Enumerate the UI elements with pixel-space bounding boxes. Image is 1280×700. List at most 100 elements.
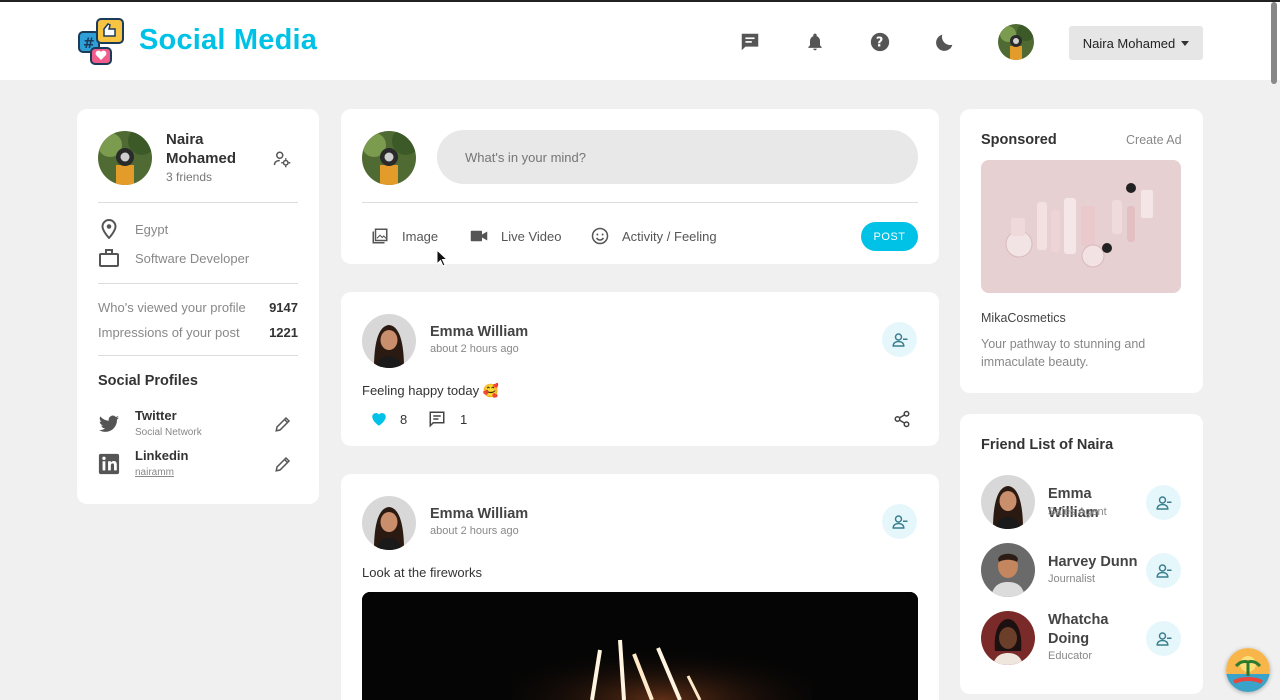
friend-role: Sales Agent [1048,506,1107,518]
app-logo-icon[interactable]: # [77,16,127,68]
ad-image[interactable] [981,160,1181,293]
friend-list-title: Friend List of Naira [981,437,1114,453]
social-name[interactable]: Linkedin [135,448,188,463]
share-icon[interactable] [893,410,911,428]
divider [98,355,298,356]
post-text: Look at the fireworks [362,565,482,580]
stat-post-impressions: Impressions of your post 1221 [98,325,298,340]
friend-avatar[interactable] [981,475,1035,529]
post-input[interactable] [437,130,918,184]
stat-value: 9147 [269,300,298,315]
post-image-fireworks[interactable] [362,592,918,700]
person-remove-icon [1155,563,1171,578]
help-icon[interactable]: ? [866,28,894,56]
social-item-linkedin: Linkedin nairamm [98,448,298,482]
remove-friend-button[interactable] [882,322,917,357]
chat-icon[interactable] [736,28,764,56]
live-video-button[interactable]: Live Video [469,226,561,246]
author-avatar[interactable] [362,496,416,550]
occupation-row: Software Developer [98,247,249,269]
briefcase-icon [98,247,120,269]
like-count: 8 [400,411,408,427]
remove-friend-button[interactable] [882,504,917,539]
linkedin-icon[interactable] [98,453,120,475]
person-remove-icon [1155,495,1171,510]
image-icon [370,226,390,246]
brand-title[interactable]: Social Media [139,24,317,57]
post-author[interactable]: Emma William [430,506,528,522]
edit-pencil-icon[interactable] [274,415,292,433]
friend-name[interactable]: Harvey Dunn [1048,553,1144,572]
post-text: Feeling happy today 🥰 [362,383,499,398]
remove-friend-button[interactable] [1146,621,1181,656]
sponsored-card: Sponsored Create Ad MikaCosmetics Your p… [960,109,1203,393]
person-remove-icon [1155,631,1171,646]
occupation-text: Software Developer [135,250,250,266]
comment-icon[interactable] [428,410,446,428]
profile-avatar[interactable] [98,131,152,185]
ad-description: Your pathway to stunning and immaculate … [981,337,1146,369]
profile-friends-count: 3 friends [166,170,213,184]
floating-app-icon[interactable] [1226,648,1270,692]
post-author[interactable]: Emma William [430,324,528,340]
divider [98,202,298,203]
post-card: Emma William about 2 hours ago Look at t… [341,474,939,700]
action-label: Live Video [501,228,562,244]
heart-icon[interactable] [370,410,388,428]
post-card: Emma William about 2 hours ago Feeling h… [341,292,939,446]
page-scrollbar[interactable] [1271,2,1277,84]
divider [362,202,918,203]
remove-friend-button[interactable] [1146,553,1181,588]
user-menu-name: Naira Mohamed [1082,35,1176,51]
social-item-twitter: Twitter Social Network [98,408,298,442]
stat-profile-views: Who's viewed your profile 9147 [98,300,298,315]
friend-list-card: Friend List of Naira Emma William Sales … [960,414,1203,694]
post-time: about 2 hours ago [430,525,519,537]
stat-label: Who's viewed your profile [98,300,246,315]
video-camera-icon [469,226,489,246]
social-name[interactable]: Twitter [135,408,177,423]
location-text: Egypt [135,221,169,237]
post-composer: Image Live Video Activity / Feeling POST [341,109,939,264]
friend-name[interactable]: Whatcha Doing [1048,611,1144,649]
post-button[interactable]: POST [861,222,918,251]
divider [98,283,298,284]
friend-avatar[interactable] [981,611,1035,665]
header-avatar[interactable] [998,24,1034,60]
ad-brand[interactable]: MikaCosmetics [981,311,1066,325]
person-remove-icon [891,514,907,529]
user-menu-dropdown[interactable]: Naira Mohamed [1069,26,1203,60]
like-group[interactable]: 8 [370,410,407,428]
friend-avatar[interactable] [981,543,1035,597]
bell-icon[interactable] [801,28,829,56]
edit-pencil-icon[interactable] [274,455,292,473]
create-ad-link[interactable]: Create Ad [1126,133,1182,147]
stat-value: 1221 [269,325,298,340]
stat-label: Impressions of your post [98,325,240,340]
remove-friend-button[interactable] [1146,485,1181,520]
twitter-icon[interactable] [98,413,120,435]
top-navbar: # Social Media ? Naira Mohamed [0,0,1280,80]
smiley-icon [590,226,610,246]
post-time: about 2 hours ago [430,343,519,355]
action-label: Activity / Feeling [622,228,717,244]
friend-role: Educator [1048,650,1093,662]
social-profiles-title: Social Profiles [98,373,198,389]
friend-role: Journalist [1048,573,1096,585]
author-avatar[interactable] [362,314,416,368]
mouse-cursor-icon [436,248,449,267]
location-pin-icon [98,218,120,240]
comment-group[interactable]: 1 [428,410,467,428]
social-sub[interactable]: nairamm [135,467,174,478]
profile-name[interactable]: Naira Mohamed [166,130,256,168]
add-image-button[interactable]: Image [370,226,438,246]
manage-account-icon[interactable] [273,150,291,168]
social-sub: Social Network [135,427,202,438]
moon-icon[interactable] [931,28,959,56]
svg-text:?: ? [876,36,883,51]
sponsored-title: Sponsored [981,132,1057,148]
caret-down-icon [1181,40,1190,46]
composer-avatar[interactable] [362,131,416,185]
activity-feeling-button[interactable]: Activity / Feeling [590,226,717,246]
location-row: Egypt [98,218,168,240]
